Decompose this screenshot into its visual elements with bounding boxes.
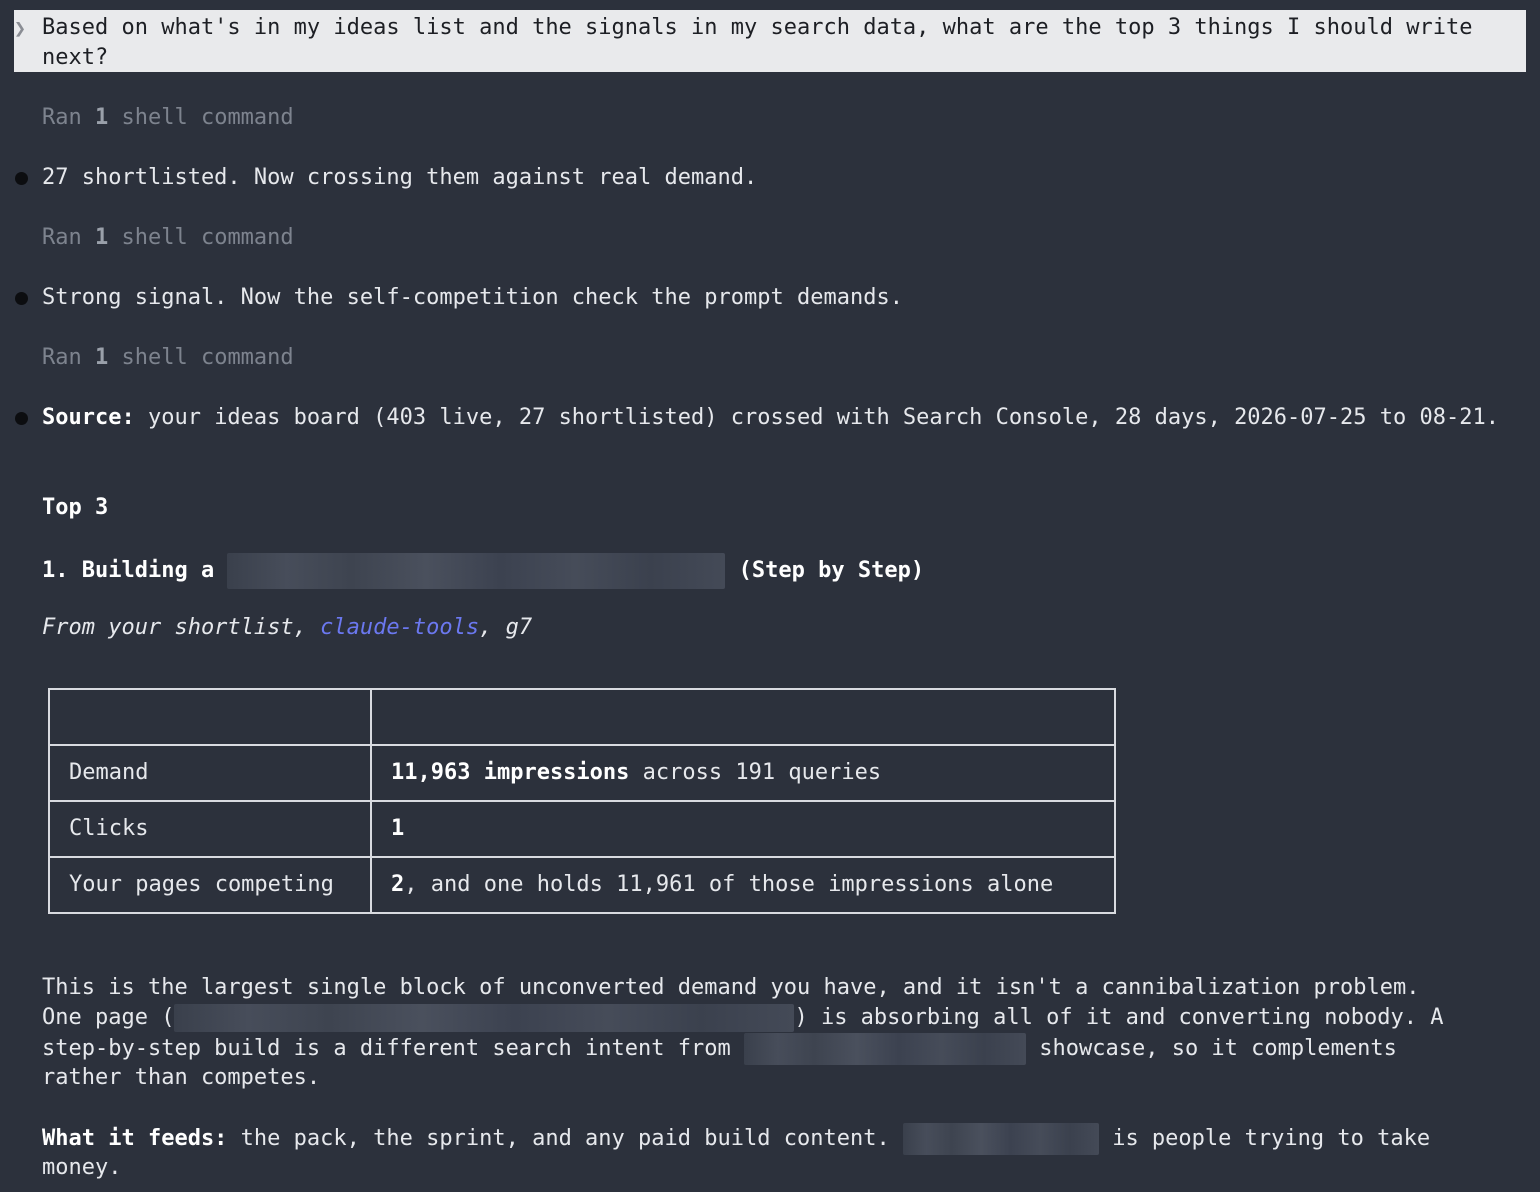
assistant-message: 27 shortlisted. Now crossing them agains… [42, 165, 758, 190]
bullet-icon [15, 412, 28, 425]
table-row: Clicks 1 [48, 800, 1116, 858]
chevron-right-icon: ❯ [14, 16, 27, 40]
feeds-line: What it feeds: the pack, the sprint, and… [42, 1123, 1430, 1155]
bullet-icon [15, 292, 28, 305]
row-value: 2, and one holds 11,961 of those impress… [370, 856, 1116, 914]
table-row: Your pages competing 2, and one holds 11… [48, 856, 1116, 914]
paragraph-line: rather than competes. [42, 1065, 321, 1090]
paragraph-line: One page () is absorbing all of it and c… [42, 1004, 1444, 1032]
shell-command-summary[interactable]: Ran 1 shell command [42, 103, 294, 133]
item-1-source: From your shortlist, claude-tools, g7 [42, 615, 533, 640]
source-note: Source: your ideas board (403 live, 27 s… [42, 405, 1499, 430]
row-label: Demand [48, 744, 372, 802]
user-prompt-box: ❯ Based on what's in my ideas list and t… [14, 10, 1526, 72]
table-header-row [48, 688, 1116, 746]
redacted-text [227, 553, 726, 589]
shell-command-summary[interactable]: Ran 1 shell command [42, 223, 294, 253]
section-heading: Top 3 [42, 495, 109, 520]
row-label: Clicks [48, 800, 372, 858]
row-value: 1 [370, 800, 1116, 858]
claude-tools-link[interactable]: claude-tools [320, 615, 479, 640]
paragraph-line: step-by-step build is a different search… [42, 1033, 1397, 1065]
redacted-text [744, 1033, 1026, 1065]
feeds-line: money. [42, 1155, 122, 1180]
assistant-message: Strong signal. Now the self-competition … [42, 285, 903, 310]
user-prompt-text: Based on what's in my ideas list and the… [42, 15, 1486, 70]
redacted-text [174, 1004, 795, 1032]
metrics-table: Demand 11,963 impressions across 191 que… [48, 688, 1116, 914]
item-1-title: 1. Building a (Step by Step) [42, 553, 924, 589]
paragraph-line: This is the largest single block of unco… [42, 975, 1420, 1000]
table-row: Demand 11,963 impressions across 191 que… [48, 744, 1116, 802]
shell-command-summary[interactable]: Ran 1 shell command [42, 343, 294, 373]
row-value: 11,963 impressions across 191 queries [370, 744, 1116, 802]
bullet-icon [15, 172, 28, 185]
redacted-text [902, 1123, 1099, 1155]
row-label: Your pages competing [48, 856, 372, 914]
